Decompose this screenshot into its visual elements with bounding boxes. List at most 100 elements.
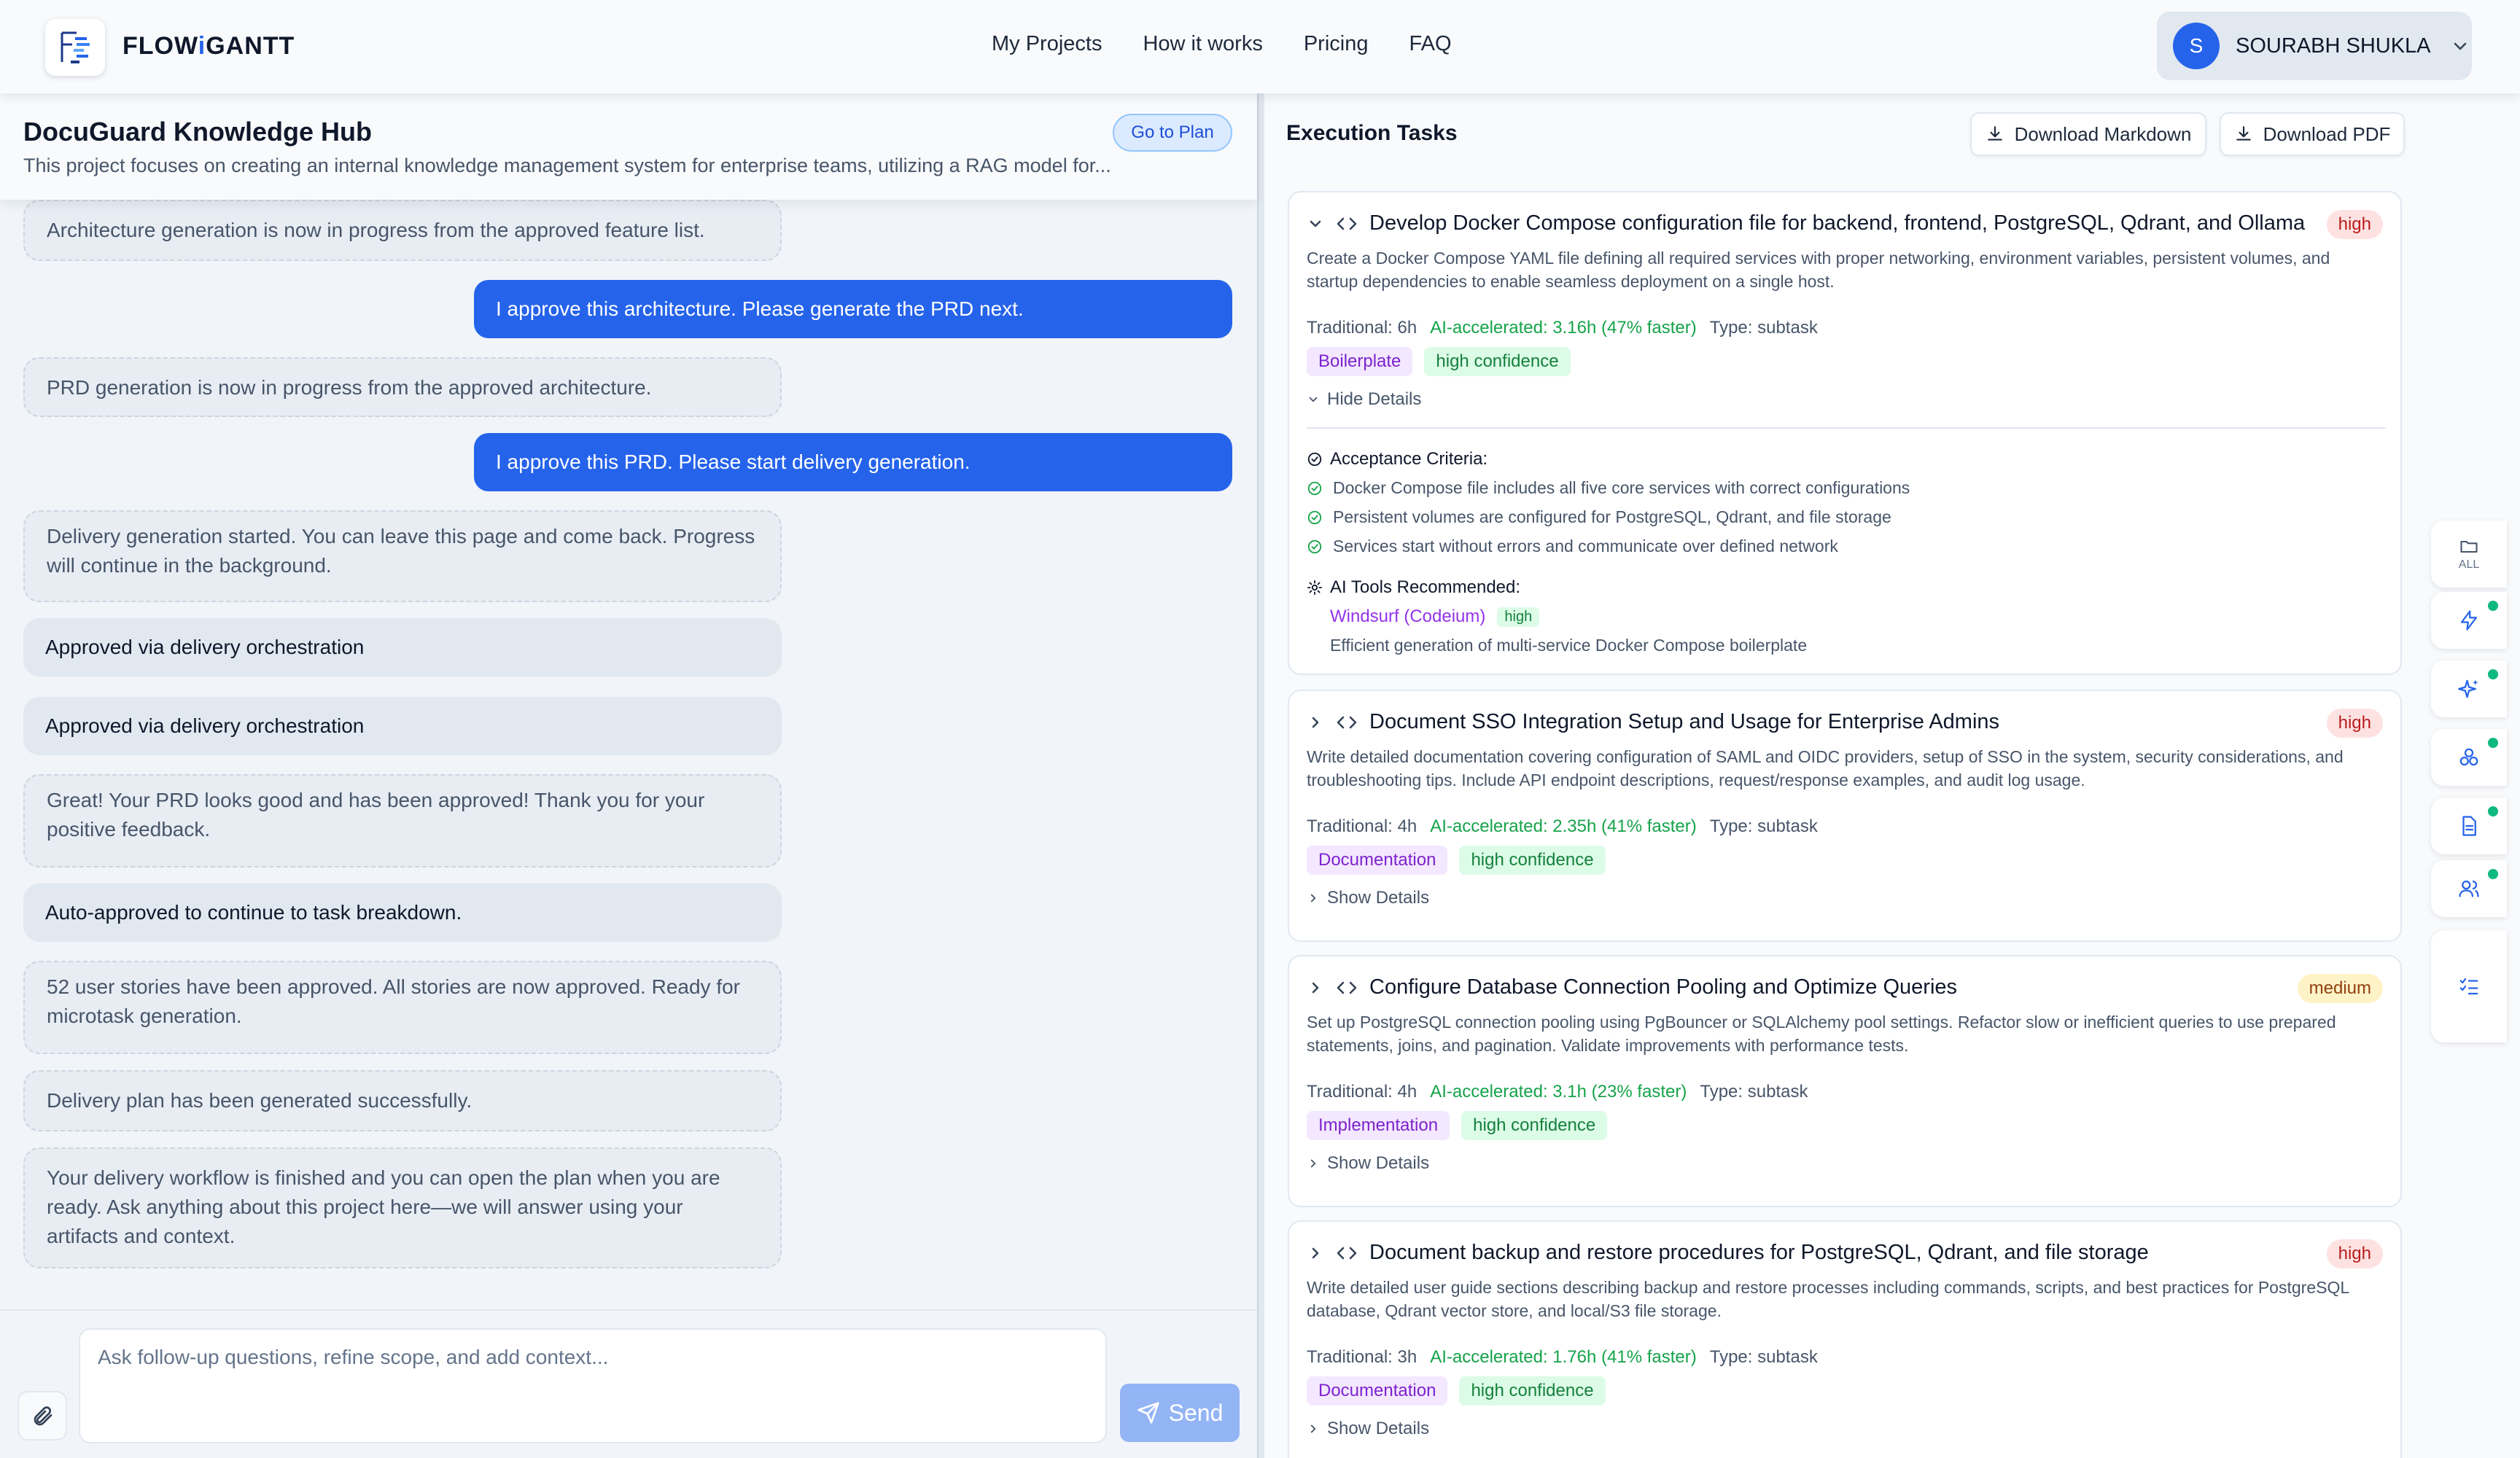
- chat-message-status: Approved via delivery orchestration: [23, 697, 782, 755]
- nav-link-how-it-works[interactable]: How it works: [1143, 32, 1262, 56]
- rail-button-sparkle[interactable]: [2431, 660, 2507, 717]
- task-header[interactable]: Develop Docker Compose configuration fil…: [1307, 211, 2305, 235]
- page-title: DocuGuard Knowledge Hub: [23, 117, 373, 147]
- chevron-right-icon: [1310, 894, 1316, 903]
- chat-panel: DocuGuard Knowledge Hub This project foc…: [0, 93, 1257, 1458]
- nav-link-faq[interactable]: FAQ: [1409, 32, 1452, 56]
- rail-button-lightning[interactable]: [2431, 592, 2507, 649]
- task-card[interactable]: Develop Docker Compose configuration fil…: [1288, 191, 2402, 675]
- nav-link-my-projects[interactable]: My Projects: [992, 32, 1102, 56]
- chat-message-status: Auto-approved to continue to task breakd…: [23, 884, 782, 942]
- category-tag: Documentation: [1307, 846, 1448, 875]
- hide-details-toggle[interactable]: Hide Details: [1307, 389, 1421, 410]
- chat-message-system: Great! Your PRD looks good and has been …: [23, 774, 782, 868]
- chat-messages[interactable]: Architecture generation is now in progre…: [0, 93, 1257, 1312]
- task-header[interactable]: Document SSO Integration Setup and Usage…: [1307, 710, 1999, 734]
- nav-links: My Projects How it works Pricing FAQ: [992, 32, 1452, 56]
- chevron-right-icon[interactable]: [1307, 979, 1324, 997]
- nav-link-pricing[interactable]: Pricing: [1304, 32, 1369, 56]
- task-card[interactable]: Configure Database Connection Pooling an…: [1288, 955, 2402, 1207]
- show-details-toggle[interactable]: Show Details: [1307, 1419, 1429, 1439]
- priority-badge: high: [2326, 210, 2383, 239]
- check-circle-icon: [1307, 481, 1322, 495]
- task-card[interactable]: Document SSO Integration Setup and Usage…: [1288, 690, 2402, 942]
- download-pdf-label: Download PDF: [2263, 122, 2391, 145]
- task-header[interactable]: Document backup and restore procedures f…: [1307, 1241, 2149, 1265]
- task-header[interactable]: Configure Database Connection Pooling an…: [1307, 975, 1957, 999]
- check-circle-icon: [1307, 510, 1322, 524]
- chevron-right-icon[interactable]: [1307, 1244, 1324, 1262]
- details-divider: [1307, 427, 2386, 429]
- task-type: Type: subtask: [1709, 318, 1818, 338]
- task-tags: Implementation high confidence: [1307, 1111, 1608, 1140]
- priority-badge: high: [2326, 709, 2383, 738]
- execution-header: Execution Tasks Download Markdown Downlo…: [1264, 93, 2428, 174]
- user-menu-button[interactable]: S SOURABH SHUKLA: [2157, 12, 2472, 80]
- chat-message-system: Delivery generation started. You can lea…: [23, 510, 782, 602]
- status-dot: [2488, 806, 2498, 816]
- rail-button-document[interactable]: [2431, 798, 2507, 854]
- show-details-toggle[interactable]: Show Details: [1307, 888, 1429, 908]
- folder-icon: [2460, 540, 2478, 553]
- status-dot: [2488, 669, 2498, 679]
- download-icon: [1987, 126, 2002, 141]
- task-description: Set up PostgreSQL connection pooling usi…: [1307, 1013, 2336, 1055]
- task-title: Develop Docker Compose configuration fil…: [1369, 211, 2306, 235]
- download-pdf-button[interactable]: Download PDF: [2220, 112, 2405, 156]
- acceptance-label: Acceptance Criteria:: [1330, 449, 1488, 469]
- chevron-right-icon: [1310, 1159, 1316, 1168]
- go-to-plan-button[interactable]: Go to Plan: [1113, 114, 1232, 152]
- lightning-icon: [2460, 610, 2478, 631]
- rail-button-cubes[interactable]: [2431, 729, 2507, 786]
- confidence-tag: high confidence: [1459, 1376, 1606, 1406]
- task-description: Write detailed documentation covering co…: [1307, 747, 2344, 790]
- chevron-down-icon: [1309, 397, 1318, 402]
- brand-name[interactable]: FLOWiGANTT: [122, 32, 295, 61]
- task-title: Document SSO Integration Setup and Usage…: [1369, 710, 2000, 733]
- brand-prefix: FLOW: [122, 32, 198, 60]
- confidence-tag: high confidence: [1459, 846, 1606, 875]
- app-logo[interactable]: [45, 19, 105, 76]
- execution-panel[interactable]: Execution Tasks Download Markdown Downlo…: [1264, 93, 2428, 1458]
- check-circle-icon: [1307, 452, 1322, 467]
- show-details-toggle[interactable]: Show Details: [1307, 1153, 1429, 1174]
- panel-resize-handle[interactable]: [1257, 93, 1264, 1458]
- task-type: Type: subtask: [1700, 1082, 1808, 1102]
- top-nav: FLOWiGANTT My Projects How it works Pric…: [0, 0, 2520, 93]
- rail-button-all[interactable]: ALL: [2431, 521, 2507, 588]
- ai-estimate: AI-accelerated: 2.35h (41% faster): [1430, 816, 1697, 836]
- confidence-tag: high confidence: [1461, 1111, 1608, 1140]
- gear-icon: [1307, 580, 1323, 596]
- tool-name: Windsurf (Codeium): [1330, 607, 1486, 626]
- criterion-text: Docker Compose file includes all five co…: [1333, 478, 1910, 497]
- rail-button-users[interactable]: [2431, 860, 2507, 917]
- project-header: DocuGuard Knowledge Hub This project foc…: [0, 93, 1257, 200]
- paperclip-icon: [34, 1406, 52, 1426]
- chevron-right-icon[interactable]: [1307, 714, 1324, 731]
- rail-button-checklist[interactable]: [2431, 930, 2507, 1042]
- status-dot: [2488, 601, 2498, 611]
- chevron-down-icon[interactable]: [1307, 215, 1324, 233]
- task-description: Write detailed user guide sections descr…: [1307, 1278, 2349, 1320]
- send-icon: [1137, 1402, 1159, 1424]
- document-icon: [2462, 816, 2476, 836]
- task-estimates: Traditional: 4h AI-accelerated: 3.1h (23…: [1307, 1082, 1808, 1102]
- chat-message-system: PRD generation is now in progress from t…: [23, 357, 782, 417]
- download-markdown-button[interactable]: Download Markdown: [1970, 112, 2206, 156]
- ai-estimate: AI-accelerated: 3.1h (23% faster): [1430, 1082, 1687, 1102]
- acceptance-criteria-heading: Acceptance Criteria:: [1307, 449, 1488, 469]
- task-tags: Boilerplate high confidence: [1307, 347, 1571, 376]
- project-description: This project focuses on creating an inte…: [23, 155, 1111, 176]
- code-icon: [1337, 217, 1357, 230]
- send-button[interactable]: Send: [1120, 1384, 1240, 1442]
- task-tags: Documentation high confidence: [1307, 1376, 1606, 1406]
- avatar: S: [2173, 23, 2220, 69]
- brand-i: i: [198, 32, 206, 60]
- attach-button[interactable]: [18, 1391, 67, 1441]
- chat-input[interactable]: [79, 1328, 1107, 1443]
- traditional-estimate: Traditional: 4h: [1307, 1082, 1418, 1102]
- category-tag: Implementation: [1307, 1111, 1450, 1140]
- chat-message-system: Architecture generation is now in progre…: [23, 200, 782, 261]
- chat-message-status: Approved via delivery orchestration: [23, 618, 782, 677]
- task-card[interactable]: Document backup and restore procedures f…: [1288, 1220, 2402, 1458]
